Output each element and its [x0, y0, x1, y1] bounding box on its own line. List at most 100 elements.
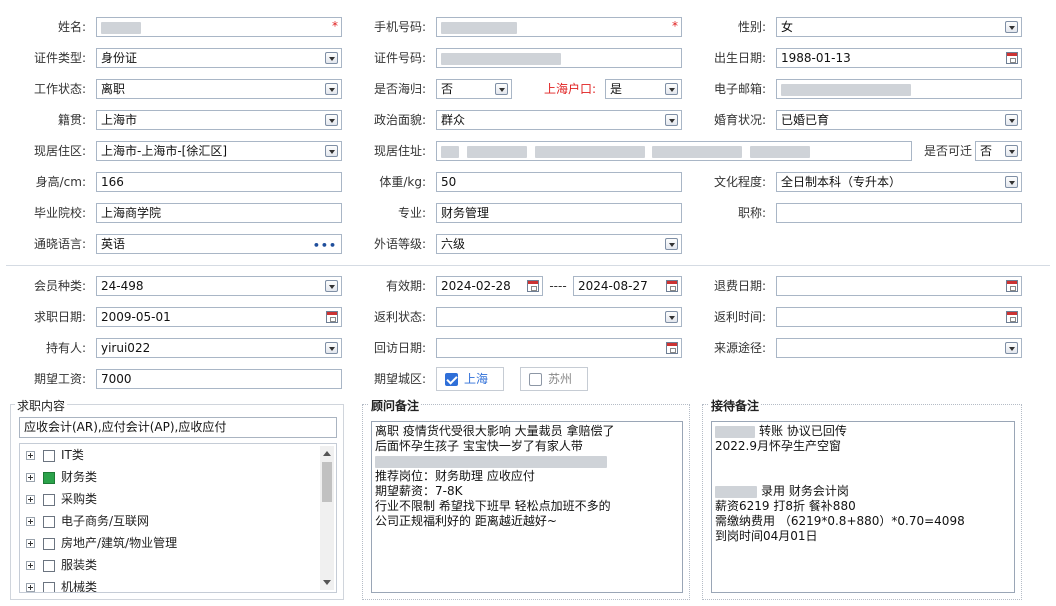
native-place-select[interactable]: 上海市: [96, 110, 342, 130]
job-category-tree[interactable]: IT类 财务类 采购类 电子商务/互联网 房地产/建筑/物业管理 服装类 机械类: [19, 443, 337, 593]
advisor-notes-group: 顾问备注 离职 疫情货代受很大影响 大量裁员 拿赔偿了 后面怀孕生孩子 宝宝快一…: [362, 397, 690, 600]
tree-item-label: 电子商务/互联网: [61, 514, 150, 528]
tree-item-label: 房地产/建筑/物业管理: [61, 536, 178, 550]
plus-icon[interactable]: [26, 517, 35, 526]
redacted-address: [441, 145, 459, 158]
rebate-time-input[interactable]: [776, 307, 1022, 327]
plus-icon[interactable]: [26, 583, 35, 592]
tree-item[interactable]: 财务类: [26, 467, 97, 487]
visit-date-input[interactable]: [436, 338, 682, 358]
chevron-down-icon[interactable]: [325, 83, 338, 95]
chevron-down-icon[interactable]: [1005, 145, 1018, 157]
gender-select[interactable]: 女: [776, 17, 1022, 37]
scroll-down-icon[interactable]: [323, 580, 331, 585]
chevron-down-icon[interactable]: [665, 114, 678, 126]
shanghai-hukou-select[interactable]: 是: [605, 79, 682, 99]
school-input[interactable]: 上海商学院: [96, 203, 342, 223]
birth-date-input[interactable]: 1988-01-13: [776, 48, 1022, 68]
chevron-down-icon[interactable]: [1005, 342, 1018, 354]
job-date-input[interactable]: 2009-05-01: [96, 307, 342, 327]
source-select[interactable]: [776, 338, 1022, 358]
overseas-select[interactable]: 否: [436, 79, 512, 99]
plus-icon[interactable]: [26, 495, 35, 504]
reception-notes-textarea[interactable]: 转账 协议已回传 2022.9月怀孕生产空窗 录用 财务会计岗 薪资6219 打…: [711, 421, 1015, 593]
chevron-down-icon[interactable]: [665, 83, 678, 95]
ellipsis-icon[interactable]: •••: [313, 237, 337, 253]
chevron-down-icon[interactable]: [665, 311, 678, 323]
id-type-select[interactable]: 身份证: [96, 48, 342, 68]
refund-date-input[interactable]: [776, 276, 1022, 296]
checkbox-icon[interactable]: [529, 373, 542, 386]
current-address-input[interactable]: [436, 141, 912, 161]
chevron-down-icon[interactable]: [325, 280, 338, 292]
education-select[interactable]: 全日制本科（专升本）: [776, 172, 1022, 192]
major-input[interactable]: 财务管理: [436, 203, 682, 223]
calendar-icon[interactable]: [1006, 280, 1018, 292]
checkbox-checked-icon[interactable]: [43, 471, 55, 484]
plus-icon[interactable]: [26, 539, 35, 548]
checkbox-checked-icon[interactable]: [445, 373, 458, 386]
tree-item[interactable]: 机械类: [26, 577, 97, 592]
tree-scrollbar[interactable]: [320, 446, 334, 590]
job-content-selected[interactable]: 应收会计(AR),应付会计(AP),应收应付: [19, 417, 337, 438]
holder-select[interactable]: yirui022: [96, 338, 342, 358]
plus-icon[interactable]: [26, 473, 35, 482]
email-input[interactable]: [776, 79, 1022, 99]
work-status-select[interactable]: 离职: [96, 79, 342, 99]
calendar-icon[interactable]: [326, 311, 338, 323]
city-option-shanghai[interactable]: 上海: [436, 367, 504, 391]
foreign-level-select[interactable]: 六级: [436, 234, 682, 254]
rebate-status-select[interactable]: [436, 307, 682, 327]
tree-item[interactable]: 采购类: [26, 489, 97, 509]
checkbox-icon[interactable]: [43, 493, 55, 506]
phone-input[interactable]: *: [436, 17, 682, 37]
calendar-icon[interactable]: [666, 280, 678, 292]
tree-item[interactable]: IT类: [26, 445, 84, 465]
chevron-down-icon[interactable]: [665, 238, 678, 250]
tree-item[interactable]: 电子商务/互联网: [26, 511, 149, 531]
political-select[interactable]: 群众: [436, 110, 682, 130]
validity-end-input[interactable]: 2024-08-27: [573, 276, 682, 296]
checkbox-icon[interactable]: [43, 559, 55, 572]
chevron-down-icon[interactable]: [495, 83, 508, 95]
weight-input[interactable]: 50: [436, 172, 682, 192]
name-input[interactable]: *: [96, 17, 342, 37]
tree-item[interactable]: 房地产/建筑/物业管理: [26, 533, 177, 553]
language-input[interactable]: 英语 •••: [96, 234, 342, 254]
current-area-select[interactable]: 上海市-上海市-[徐汇区]: [96, 141, 342, 161]
calendar-icon[interactable]: [666, 342, 678, 354]
checkbox-icon[interactable]: [43, 537, 55, 550]
chevron-down-icon[interactable]: [1005, 21, 1018, 33]
expected-salary-input[interactable]: 7000: [96, 369, 342, 389]
current-area-label: 现居住区:: [33, 144, 86, 158]
chevron-down-icon[interactable]: [325, 114, 338, 126]
chevron-down-icon[interactable]: [325, 145, 338, 157]
plus-icon[interactable]: [26, 561, 35, 570]
id-number-input[interactable]: [436, 48, 682, 68]
advisor-notes-textarea[interactable]: 离职 疫情货代受很大影响 大量裁员 拿赔偿了 后面怀孕生孩子 宝宝快一岁了有家人…: [371, 421, 683, 593]
tree-item[interactable]: 服装类: [26, 555, 97, 575]
chevron-down-icon[interactable]: [325, 342, 338, 354]
chevron-down-icon[interactable]: [1005, 114, 1018, 126]
tree-item-label: 采购类: [61, 492, 98, 506]
checkbox-icon[interactable]: [43, 581, 55, 592]
validity-start-input[interactable]: 2024-02-28: [436, 276, 543, 296]
chevron-down-icon[interactable]: [1005, 176, 1018, 188]
checkbox-icon[interactable]: [43, 449, 55, 462]
chevron-down-icon[interactable]: [325, 52, 338, 64]
height-input[interactable]: 166: [96, 172, 342, 192]
calendar-icon[interactable]: [1006, 52, 1018, 64]
marital-select[interactable]: 已婚已育: [776, 110, 1022, 130]
checkbox-icon[interactable]: [43, 515, 55, 528]
scroll-up-icon[interactable]: [323, 451, 331, 456]
city-option-suzhou[interactable]: 苏州: [520, 367, 588, 391]
scroll-thumb[interactable]: [322, 462, 332, 502]
relocatable-select[interactable]: 否: [975, 141, 1022, 161]
native-place-value: 上海市: [101, 113, 138, 127]
plus-icon[interactable]: [26, 451, 35, 460]
validity-start-value: 2024-02-28: [441, 279, 511, 293]
title-input[interactable]: [776, 203, 1022, 223]
member-type-select[interactable]: 24-498: [96, 276, 342, 296]
calendar-icon[interactable]: [1006, 311, 1018, 323]
calendar-icon[interactable]: [527, 280, 539, 292]
